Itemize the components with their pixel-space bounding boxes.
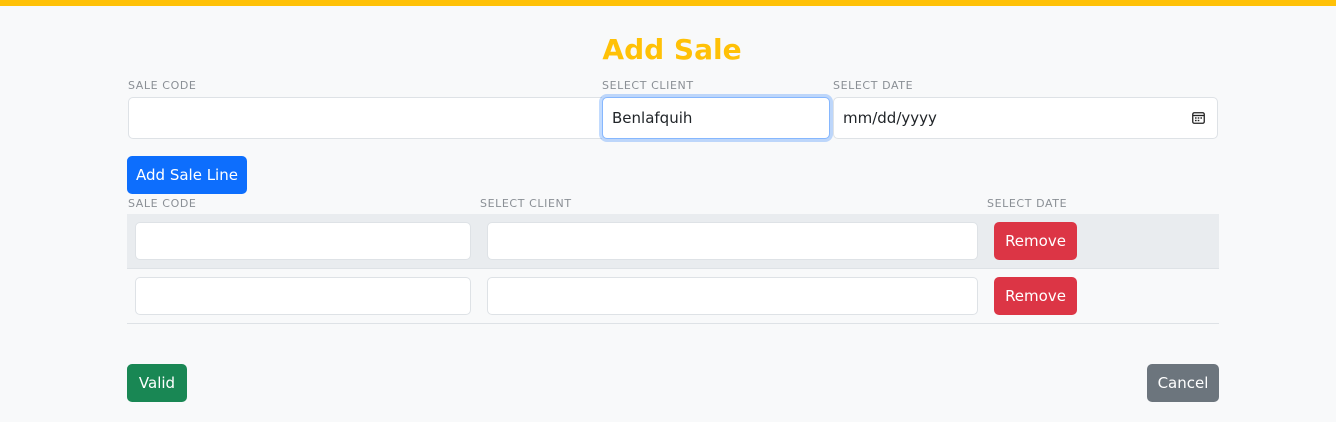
select-date-label: SELECT DATE xyxy=(833,79,914,92)
select-client-value: Benlafquih xyxy=(612,109,693,127)
sale-code-label: SALE CODE xyxy=(128,79,197,92)
column-header-sale-code: SALE CODE xyxy=(128,197,197,210)
remove-line-button[interactable]: Remove xyxy=(994,277,1077,315)
page-title: Add Sale xyxy=(602,33,742,66)
add-sale-line-button[interactable]: Add Sale Line xyxy=(127,156,247,194)
calendar-icon[interactable] xyxy=(1192,111,1205,124)
line-sale-code-input[interactable] xyxy=(135,222,471,260)
select-client-label: SELECT CLIENT xyxy=(602,79,694,92)
sale-code-input[interactable] xyxy=(128,97,602,139)
date-placeholder: mm/dd/yyyy xyxy=(843,109,937,127)
line-client-input[interactable] xyxy=(487,222,978,260)
column-header-select-date: SELECT DATE xyxy=(987,197,1068,210)
line-client-input[interactable] xyxy=(487,277,978,315)
cancel-button[interactable]: Cancel xyxy=(1147,364,1219,402)
valid-button[interactable]: Valid xyxy=(127,364,187,402)
line-sale-code-input[interactable] xyxy=(135,277,471,315)
remove-line-button[interactable]: Remove xyxy=(994,222,1077,260)
select-date-input[interactable]: mm/dd/yyyy xyxy=(833,97,1218,139)
top-accent-bar xyxy=(0,0,1336,6)
column-header-select-client: SELECT CLIENT xyxy=(480,197,572,210)
select-client-input[interactable]: Benlafquih xyxy=(602,97,830,139)
